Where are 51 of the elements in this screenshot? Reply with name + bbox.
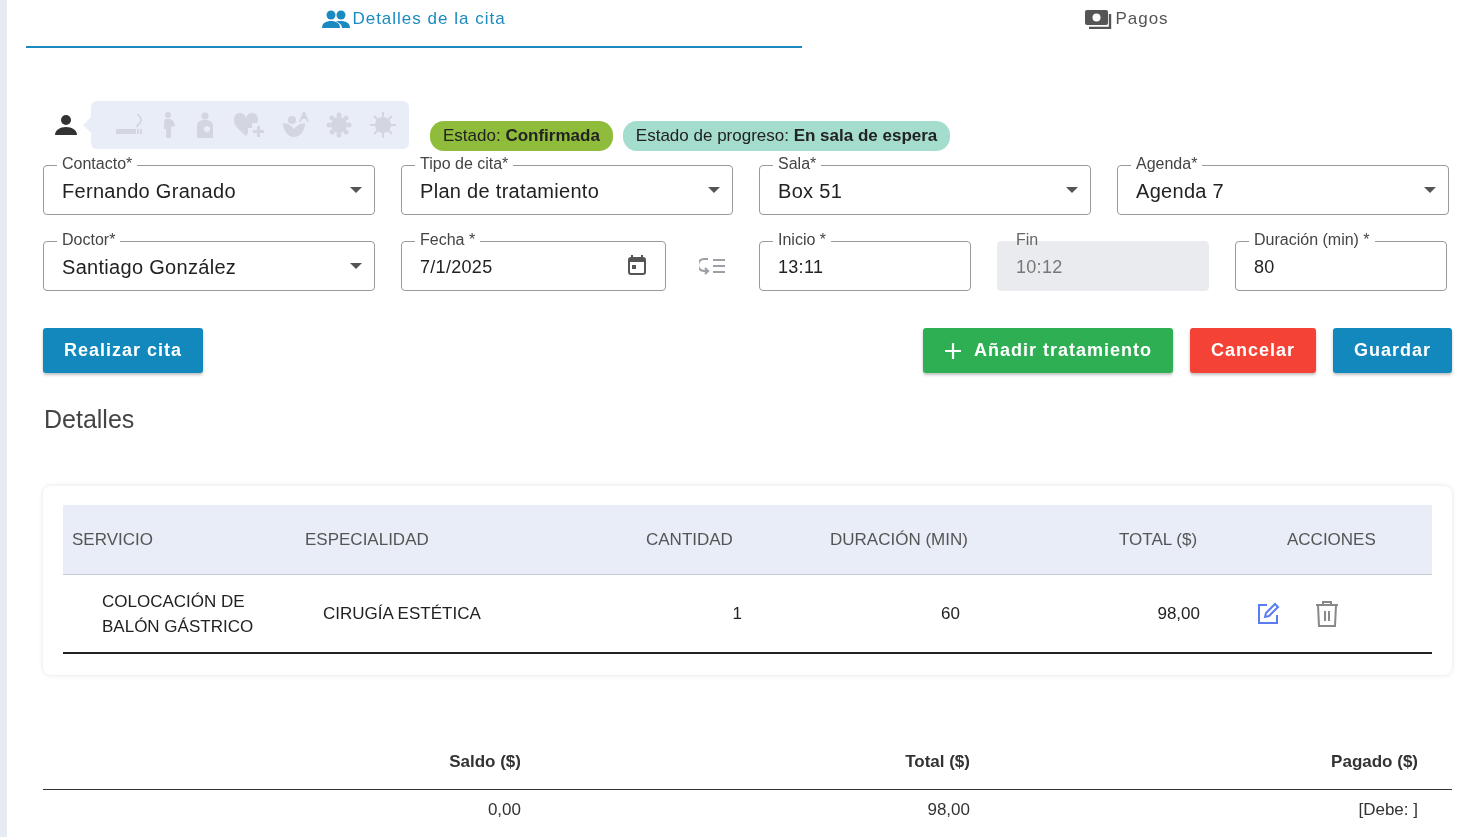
select-field[interactable]: Sala* Box 51 (759, 154, 1091, 215)
summary-value: 98,00 (926, 800, 970, 820)
select-field[interactable]: Contacto* Fernando Granado (43, 154, 375, 215)
money-icon (1085, 9, 1114, 29)
select-field[interactable]: Agenda* Agenda 7 (1117, 154, 1449, 215)
calendar-icon[interactable] (628, 255, 646, 275)
column-header: TOTAL ($) (1118, 529, 1199, 550)
caret-icon (1066, 187, 1078, 193)
table-cell-text: COLOCACIÓN DE BALÓN GÁSTRICO (101, 590, 255, 638)
column-header: CANTIDAD (645, 529, 734, 550)
virus-icon[interactable] (369, 111, 397, 139)
summary-header: Pagado ($) (1330, 752, 1418, 772)
summary-header: Total ($) (904, 752, 970, 772)
status-badge: Estado: Confirmada (430, 121, 613, 151)
cancel-button[interactable]: Cancelar (1189, 328, 1316, 373)
summary-header: Saldo ($) (448, 752, 521, 772)
column-header: ESPECIALIDAD (304, 529, 430, 550)
select-field[interactable]: Tipo de cita* Plan de tratamiento (401, 154, 733, 215)
tab[interactable]: Pagos (802, 0, 1452, 48)
person-icon (55, 114, 77, 136)
input-field[interactable]: Duración (min) * 80 (1235, 230, 1447, 291)
table-cell-text: 1 (731, 603, 743, 624)
table-cell-text: 98,00 (1156, 603, 1201, 624)
caret-icon (350, 263, 362, 269)
edit-icon[interactable] (1256, 601, 1280, 626)
heart-plus-icon[interactable] (234, 113, 264, 137)
caret-icon (708, 187, 720, 193)
select-field[interactable]: Doctor* Santiago González (43, 230, 375, 291)
summary-value: [Debe: ] (1357, 800, 1418, 820)
caret-icon (1424, 187, 1436, 193)
plus-icon (943, 341, 962, 360)
bacteria-icon[interactable] (326, 112, 352, 138)
caret-icon (350, 187, 362, 193)
input-field[interactable]: Inicio * 13:11 (759, 230, 971, 291)
table-cell-text: CIRUGÍA ESTÉTICA (322, 603, 482, 624)
trash-icon[interactable] (1315, 599, 1339, 628)
hand-with-plant-icon[interactable] (281, 111, 309, 139)
column-header: ACCIONES (1286, 529, 1377, 550)
section-title: Detalles (44, 405, 136, 434)
date-field[interactable]: Fecha * 7/1/2025 (401, 230, 666, 291)
summary-value: 0,00 (486, 800, 521, 820)
cigarette-icon[interactable] (115, 113, 143, 137)
status-badge: Estado de progreso: En sala de espera (622, 121, 951, 151)
time-list-icon[interactable] (698, 256, 727, 276)
save-button[interactable]: Guardar (1332, 328, 1452, 373)
tab[interactable]: Detalles de la cita (26, 0, 802, 48)
people-icon (322, 9, 351, 29)
column-header: DURACIÓN (MIN) (829, 529, 969, 550)
table-cell-text: 60 (940, 603, 961, 624)
realizar-button[interactable]: Realizar cita (43, 328, 204, 373)
column-header: SERVICIO (71, 529, 154, 550)
